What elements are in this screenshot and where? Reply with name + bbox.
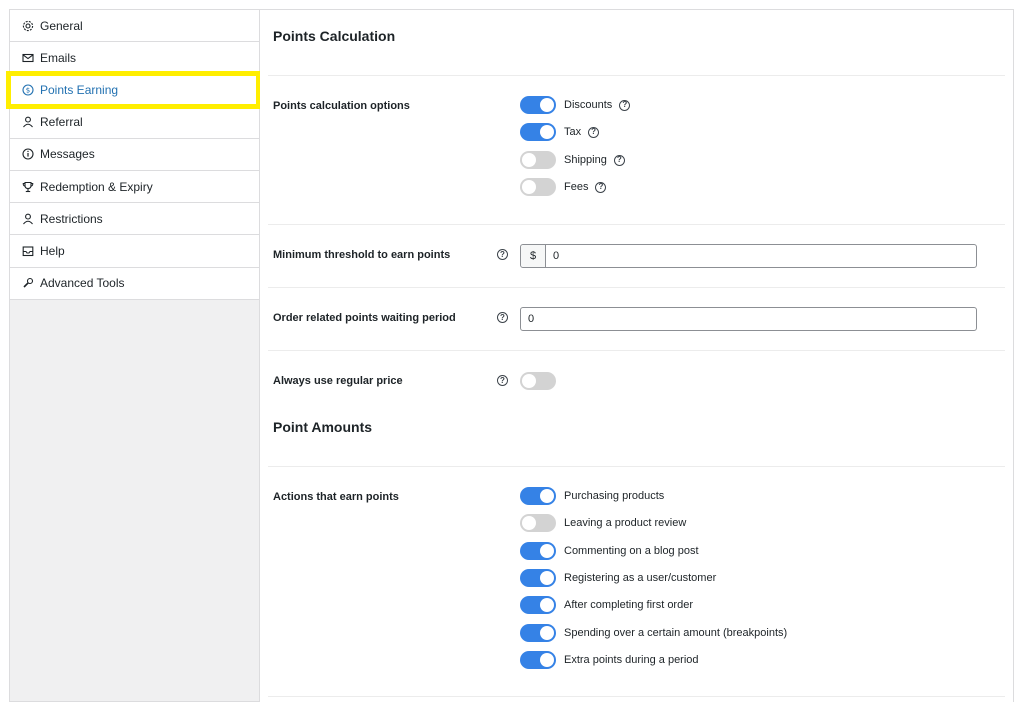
min-threshold-input[interactable]: $ 0 — [520, 244, 977, 268]
help-icon[interactable]: ? — [613, 154, 625, 166]
sidebar-item-label: Restrictions — [40, 211, 103, 226]
option-label: Extra points during a period — [564, 654, 699, 666]
person-icon — [22, 116, 34, 128]
option-label: Spending over a certain amount (breakpoi… — [564, 627, 788, 639]
sidebar-item-advanced-tools[interactable]: Advanced Tools — [10, 267, 259, 300]
option-label: Registering as a user/customer — [564, 572, 717, 584]
first-order-toggle[interactable] — [520, 596, 556, 614]
option-shipping: Shipping ? — [520, 151, 625, 169]
action-product-review: Leaving a product review — [520, 514, 686, 532]
sidebar-item-help[interactable]: Help — [10, 235, 259, 268]
min-threshold-value: 0 — [553, 250, 560, 262]
fees-toggle[interactable] — [520, 178, 556, 196]
waiting-period-input[interactable]: 0 — [520, 307, 977, 331]
extra-points-toggle[interactable] — [520, 651, 556, 669]
divider — [268, 466, 1005, 467]
option-discounts: Discounts ? — [520, 96, 631, 114]
trophy-icon — [22, 181, 34, 193]
sidebar-item-general[interactable]: General — [10, 10, 259, 43]
inbox-icon — [22, 245, 34, 257]
sidebar-item-label: Help — [40, 243, 65, 258]
sidebar-item-label: Points Earning — [40, 82, 119, 97]
sidebar-item-referral[interactable]: Referral — [10, 106, 259, 139]
sidebar-item-messages[interactable]: Messages — [10, 138, 259, 171]
option-label: Commenting on a blog post — [564, 545, 699, 557]
option-label: Fees — [564, 181, 589, 193]
divider — [268, 350, 1005, 351]
help-icon[interactable]: ? — [619, 99, 631, 111]
help-icon[interactable]: ? — [497, 312, 508, 323]
option-label: Shipping — [564, 154, 607, 166]
regular-price-label: Always use regular price — [273, 375, 403, 387]
envelope-icon — [22, 52, 34, 64]
option-label: After completing first order — [564, 599, 693, 611]
regular-price-toggle[interactable] — [520, 372, 556, 390]
blog-comment-toggle[interactable] — [520, 542, 556, 560]
sidebar-item-label: Emails — [40, 50, 77, 65]
spending-breakpoints-toggle[interactable] — [520, 624, 556, 642]
sidebar-item-emails[interactable]: Emails — [10, 42, 259, 75]
sidebar-item-points-earning[interactable]: $ Points Earning — [10, 74, 259, 107]
divider — [268, 696, 1005, 697]
option-label: Purchasing products — [564, 490, 665, 502]
settings-content: Points Calculation Points calculation op… — [260, 9, 1014, 702]
sidebar-item-label: Messages — [40, 147, 95, 162]
shipping-toggle[interactable] — [520, 151, 556, 169]
sidebar-item-label: Redemption & Expiry — [40, 179, 153, 194]
sidebar-item-label: Advanced Tools — [40, 276, 125, 291]
purchasing-products-toggle[interactable] — [520, 487, 556, 505]
section-title-point-amounts: Point Amounts — [273, 419, 373, 435]
action-blog-comment: Commenting on a blog post — [520, 542, 699, 560]
option-label: Discounts — [564, 99, 613, 111]
option-tax: Tax ? — [520, 123, 600, 141]
action-extra-points-period: Extra points during a period — [520, 651, 699, 669]
action-spending-breakpoints: Spending over a certain amount (breakpoi… — [520, 624, 787, 642]
sidebar-item-restrictions[interactable]: Restrictions — [10, 203, 259, 236]
action-first-order: After completing first order — [520, 596, 693, 614]
action-registering: Registering as a user/customer — [520, 569, 716, 587]
product-review-toggle[interactable] — [520, 514, 556, 532]
sidebar-item-redemption-expiry[interactable]: Redemption & Expiry — [10, 170, 259, 204]
svg-text:$: $ — [26, 87, 30, 95]
wrench-icon — [22, 277, 34, 289]
action-purchasing-products: Purchasing products — [520, 487, 664, 505]
divider — [268, 75, 1005, 76]
waiting-period-value: 0 — [528, 313, 535, 325]
option-fees: Fees ? — [520, 178, 607, 196]
option-regular-price — [520, 372, 556, 390]
info-icon — [22, 148, 34, 160]
dollar-circle-icon: $ — [22, 84, 34, 96]
sidebar-item-label: Referral — [40, 115, 83, 130]
option-label: Leaving a product review — [564, 517, 687, 529]
registering-toggle[interactable] — [520, 569, 556, 587]
help-icon[interactable]: ? — [588, 126, 600, 138]
waiting-period-label: Order related points waiting period — [273, 312, 456, 324]
gear-icon — [22, 20, 34, 32]
divider — [268, 287, 1005, 288]
help-icon[interactable]: ? — [497, 249, 508, 260]
section-title-points-calculation: Points Calculation — [273, 28, 396, 44]
option-label: Tax — [564, 126, 582, 138]
discounts-toggle[interactable] — [520, 96, 556, 114]
divider — [268, 224, 1005, 225]
help-icon[interactable]: ? — [595, 181, 607, 193]
tax-toggle[interactable] — [520, 123, 556, 141]
sidebar-item-label: General — [40, 18, 83, 33]
points-calculation-options-label: Points calculation options — [273, 100, 410, 112]
actions-earn-points-label: Actions that earn points — [273, 491, 399, 503]
min-threshold-label: Minimum threshold to earn points — [273, 249, 451, 261]
help-icon[interactable]: ? — [497, 375, 508, 386]
person-icon — [22, 213, 34, 225]
settings-sidebar: General Emails $ Points Earning Referral… — [9, 9, 260, 702]
currency-prefix: $ — [521, 245, 546, 267]
